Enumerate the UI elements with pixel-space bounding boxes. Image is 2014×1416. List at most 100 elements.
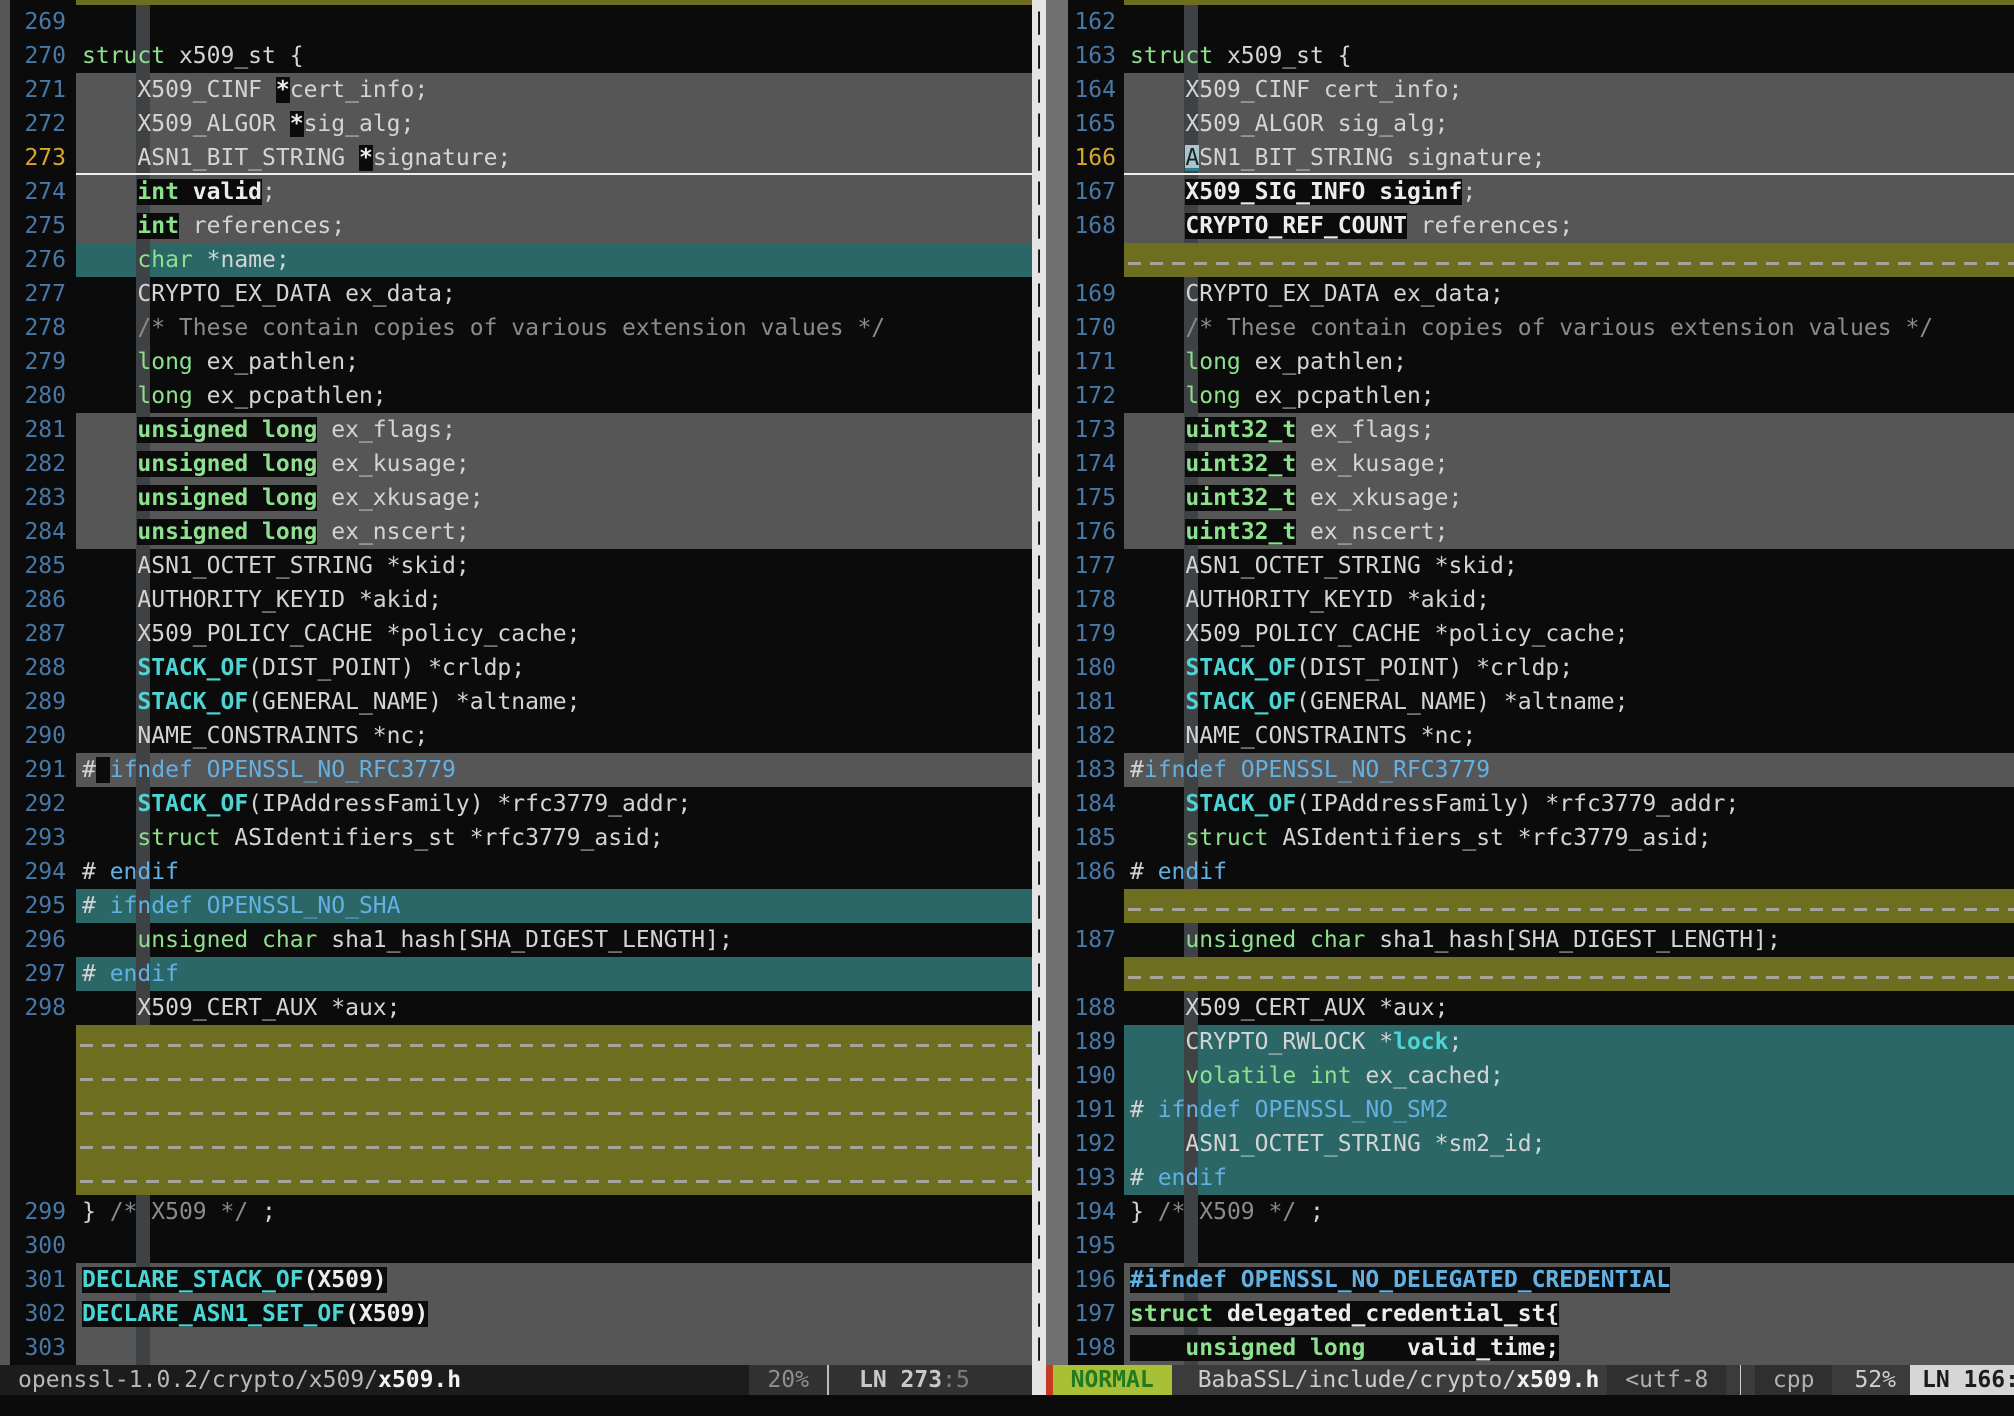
code-line[interactable]: 178 AUTHORITY_KEYID *akid; (1046, 583, 2014, 617)
line-text: int valid; (82, 175, 276, 209)
code-line[interactable]: 270struct x509_st { (0, 39, 1032, 73)
code-line[interactable]: 174 uint32_t ex_kusage; (1046, 447, 2014, 481)
code-line[interactable]: 298 X509_CERT_AUX *aux; (0, 991, 1032, 1025)
code-line[interactable]: 283 unsigned long ex_xkusage; (0, 481, 1032, 515)
code-line[interactable]: 297# endif (0, 957, 1032, 991)
left-editor-pane[interactable]: 269270struct x509_st {271 X509_CINF *cer… (0, 0, 1032, 1365)
code-line[interactable]: 280 long ex_pcpathlen; (0, 379, 1032, 413)
code-line[interactable]: 276 char *name; (0, 243, 1032, 277)
code-line[interactable]: 170 /* These contain copies of various e… (1046, 311, 2014, 345)
code-line[interactable]: 302DECLARE_ASN1_SET_OF(X509) (0, 1297, 1032, 1331)
code-line[interactable]: 192 ASN1_OCTET_STRING *sm2_id; (1046, 1127, 2014, 1161)
code-line[interactable]: 295# ifndef OPENSSL_NO_SHA (0, 889, 1032, 923)
code-line[interactable]: 285 ASN1_OCTET_STRING *skid; (0, 549, 1032, 583)
code-line[interactable]: 184 STACK_OF(IPAddressFamily) *rfc3779_a… (1046, 787, 2014, 821)
code-line[interactable]: 187 unsigned char sha1_hash[SHA_DIGEST_L… (1046, 923, 2014, 957)
code-segment: (IPAddressFamily) *rfc3779_addr; (248, 791, 691, 817)
code-line[interactable]: 180 STACK_OF(DIST_POINT) *crldp; (1046, 651, 2014, 685)
code-line[interactable]: 166 ASN1_BIT_STRING signature; (1046, 141, 2014, 175)
code-line[interactable]: 293 struct ASIdentifiers_st *rfc3779_asi… (0, 821, 1032, 855)
code-line[interactable]: 278 /* These contain copies of various e… (0, 311, 1032, 345)
code-line[interactable]: 193# endif (1046, 1161, 2014, 1195)
left-fold-column[interactable] (0, 0, 10, 1365)
separator-bar-glyph: | (1032, 277, 1046, 311)
code-segment: AUTHORITY_KEYID *akid; (1130, 587, 1490, 613)
code-line[interactable]: 164 X509_CINF cert_info; (1046, 73, 2014, 107)
code-line[interactable]: 194} /* X509 */ ; (1046, 1195, 2014, 1229)
code-line[interactable]: 175 uint32_t ex_xkusage; (1046, 481, 2014, 515)
code-line[interactable]: 289 STACK_OF(GENERAL_NAME) *altname; (0, 685, 1032, 719)
code-line[interactable]: 303 (0, 1331, 1032, 1365)
command-line[interactable] (0, 1395, 2014, 1416)
code-line[interactable]: 300 (0, 1229, 1032, 1263)
code-line[interactable]: 291# ifndef OPENSSL_NO_RFC3779 (0, 753, 1032, 787)
code-line[interactable]: 173 uint32_t ex_flags; (1046, 413, 2014, 447)
line-text: uint32_t ex_xkusage; (1130, 481, 1462, 515)
code-line[interactable]: 177 ASN1_OCTET_STRING *skid; (1046, 549, 2014, 583)
code-line[interactable]: 176 uint32_t ex_nscert; (1046, 515, 2014, 549)
code-line[interactable]: 282 unsigned long ex_kusage; (0, 447, 1032, 481)
code-line[interactable]: 269 (0, 5, 1032, 39)
code-line[interactable]: 196#ifndef OPENSSL_NO_DELEGATED_CREDENTI… (1046, 1263, 2014, 1297)
line-text: } /* X509 */ ; (1130, 1195, 1324, 1229)
code-line[interactable]: 273 ASN1_BIT_STRING *signature; (0, 141, 1032, 175)
separator-bar-glyph: | (1032, 889, 1046, 923)
code-line[interactable]: 279 long ex_pathlen; (0, 345, 1032, 379)
separator-bar-glyph: | (1032, 1195, 1046, 1229)
right-fold-column[interactable] (1046, 0, 1068, 1365)
line-text: int references; (82, 209, 345, 243)
code-line[interactable]: 185 struct ASIdentifiers_st *rfc3779_asi… (1046, 821, 2014, 855)
line-background (76, 957, 1032, 991)
code-line[interactable]: 189 CRYPTO_RWLOCK *lock; (1046, 1025, 2014, 1059)
code-line[interactable]: 183#ifndef OPENSSL_NO_RFC3779 (1046, 753, 2014, 787)
code-line[interactable]: 288 STACK_OF(DIST_POINT) *crldp; (0, 651, 1032, 685)
code-line[interactable]: 281 unsigned long ex_flags; (0, 413, 1032, 447)
code-line[interactable]: 191# ifndef OPENSSL_NO_SM2 (1046, 1093, 2014, 1127)
code-line[interactable]: 287 X509_POLICY_CACHE *policy_cache; (0, 617, 1032, 651)
code-line[interactable]: 165 X509_ALGOR sig_alg; (1046, 107, 2014, 141)
line-text: X509_CERT_AUX *aux; (82, 991, 401, 1025)
separator-bar-glyph: | (1032, 141, 1046, 175)
code-line[interactable]: 198 unsigned long valid_time; (1046, 1331, 2014, 1365)
window-separator[interactable]: |||||||||||||||||||||||||||||||||||||||| (1032, 0, 1046, 1395)
line-text: # endif (82, 957, 179, 991)
line-text: X509_ALGOR *sig_alg; (82, 107, 414, 141)
code-segment: STACK_OF (1185, 689, 1296, 715)
code-line[interactable]: 171 long ex_pathlen; (1046, 345, 2014, 379)
code-line[interactable]: 181 STACK_OF(GENERAL_NAME) *altname; (1046, 685, 2014, 719)
code-segment: # (82, 757, 96, 783)
separator-bar-glyph: | (1032, 753, 1046, 787)
code-line[interactable]: 274 int valid; (0, 175, 1032, 209)
code-line[interactable]: 277 CRYPTO_EX_DATA ex_data; (0, 277, 1032, 311)
code-line[interactable]: 186# endif (1046, 855, 2014, 889)
separator-bar-glyph: | (1032, 5, 1046, 39)
code-segment: int (137, 179, 179, 205)
code-line[interactable]: 294# endif (0, 855, 1032, 889)
right-editor-pane[interactable]: 162163struct x509_st {164 X509_CINF cert… (1046, 0, 2014, 1365)
code-line[interactable]: 272 X509_ALGOR *sig_alg; (0, 107, 1032, 141)
code-segment: unsigned char (1185, 927, 1365, 953)
code-line[interactable]: 299} /* X509 */ ; (0, 1195, 1032, 1229)
separator-bar-glyph: | (1032, 855, 1046, 889)
code-line[interactable]: 290 NAME_CONSTRAINTS *nc; (0, 719, 1032, 753)
code-line[interactable]: 301DECLARE_STACK_OF(X509) (0, 1263, 1032, 1297)
code-line[interactable]: 284 unsigned long ex_nscert; (0, 515, 1032, 549)
code-segment (82, 315, 137, 341)
code-line[interactable]: 169 CRYPTO_EX_DATA ex_data; (1046, 277, 2014, 311)
code-line[interactable]: 167 X509_SIG_INFO siginf; (1046, 175, 2014, 209)
code-line[interactable]: 172 long ex_pcpathlen; (1046, 379, 2014, 413)
code-line[interactable]: 271 X509_CINF *cert_info; (0, 73, 1032, 107)
code-line[interactable]: 275 int references; (0, 209, 1032, 243)
code-line[interactable]: 296 unsigned char sha1_hash[SHA_DIGEST_L… (0, 923, 1032, 957)
code-line[interactable]: 292 STACK_OF(IPAddressFamily) *rfc3779_a… (0, 787, 1032, 821)
code-segment: ; (1462, 179, 1476, 205)
code-line[interactable]: 179 X509_POLICY_CACHE *policy_cache; (1046, 617, 2014, 651)
code-line[interactable]: 182 NAME_CONSTRAINTS *nc; (1046, 719, 2014, 753)
code-line[interactable]: 197struct delegated_credential_st{ (1046, 1297, 2014, 1331)
code-line[interactable]: 168 CRYPTO_REF_COUNT references; (1046, 209, 2014, 243)
code-line[interactable]: 188 X509_CERT_AUX *aux; (1046, 991, 2014, 1025)
code-line[interactable]: 286 AUTHORITY_KEYID *akid; (0, 583, 1032, 617)
left-statusline: openssl-1.0.2/crypto/x509/x509.h 20% LN … (0, 1365, 1032, 1395)
code-line[interactable]: 190 volatile int ex_cached; (1046, 1059, 2014, 1093)
code-line[interactable]: 163struct x509_st { (1046, 39, 2014, 73)
